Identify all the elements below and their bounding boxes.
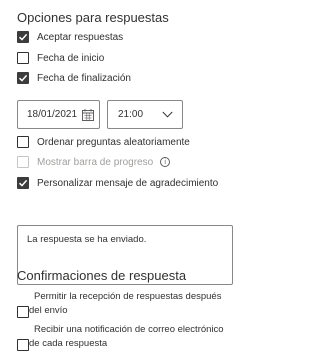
start-date-label: Fecha de inicio xyxy=(37,52,105,64)
end-time-dropdown[interactable]: 21:00 xyxy=(107,100,183,129)
progress-bar-label: Mostrar barra de progreso xyxy=(37,156,154,168)
send-receipt-label-line2: del envío xyxy=(29,305,68,316)
checkmark-icon xyxy=(18,179,28,187)
accept-responses-checkbox[interactable] xyxy=(17,31,29,43)
shuffle-questions-label: Ordenar preguntas aleatoriamente xyxy=(37,136,190,148)
send-receipt-label-line1: Permitir la recepción de respuestas desp… xyxy=(34,291,222,302)
checkmark-icon xyxy=(18,33,28,41)
custom-thank-you-label: Personalizar mensaje de agradecimiento xyxy=(37,177,219,189)
notify-email-label-line1: Recibir una notificación de correo elect… xyxy=(34,324,224,335)
send-receipt-option[interactable]: Permitir la recepción de respuestas desp… xyxy=(17,291,239,319)
accept-responses-option[interactable]: Aceptar respuestas xyxy=(17,31,123,43)
custom-thank-you-option[interactable]: Personalizar mensaje de agradecimiento xyxy=(17,177,218,189)
chevron-down-icon xyxy=(162,111,173,118)
end-date-option[interactable]: Fecha de finalización xyxy=(17,72,131,84)
date-value: 18/01/2021 xyxy=(27,109,78,120)
response-options-title: Opciones para respuestas xyxy=(17,10,169,25)
progress-bar-option: Mostrar barra de progreso i xyxy=(17,156,171,168)
start-date-checkbox[interactable] xyxy=(17,52,29,64)
end-date-picker[interactable]: 18/01/2021 xyxy=(17,100,100,129)
accept-responses-label: Aceptar respuestas xyxy=(37,31,124,43)
response-receipts-title: Confirmaciones de respuesta xyxy=(17,268,187,283)
notify-email-checkbox[interactable] xyxy=(17,339,29,351)
custom-thank-you-checkbox[interactable] xyxy=(17,177,29,189)
start-date-option[interactable]: Fecha de inicio xyxy=(17,52,104,64)
shuffle-questions-checkbox[interactable] xyxy=(17,136,29,148)
send-receipt-checkbox[interactable] xyxy=(17,306,29,318)
end-date-checkbox[interactable] xyxy=(17,72,29,84)
checkmark-icon xyxy=(18,74,28,82)
end-date-label: Fecha de finalización xyxy=(37,72,131,84)
progress-bar-checkbox xyxy=(17,156,29,168)
notify-email-option[interactable]: Recibir una notificación de correo elect… xyxy=(17,324,239,352)
info-icon[interactable]: i xyxy=(160,157,171,167)
time-value: 21:00 xyxy=(118,109,144,120)
notify-email-label-line2: de cada respuesta xyxy=(29,338,108,349)
calendar-icon[interactable] xyxy=(81,108,95,122)
shuffle-questions-option[interactable]: Ordenar preguntas aleatoriamente xyxy=(17,136,190,148)
